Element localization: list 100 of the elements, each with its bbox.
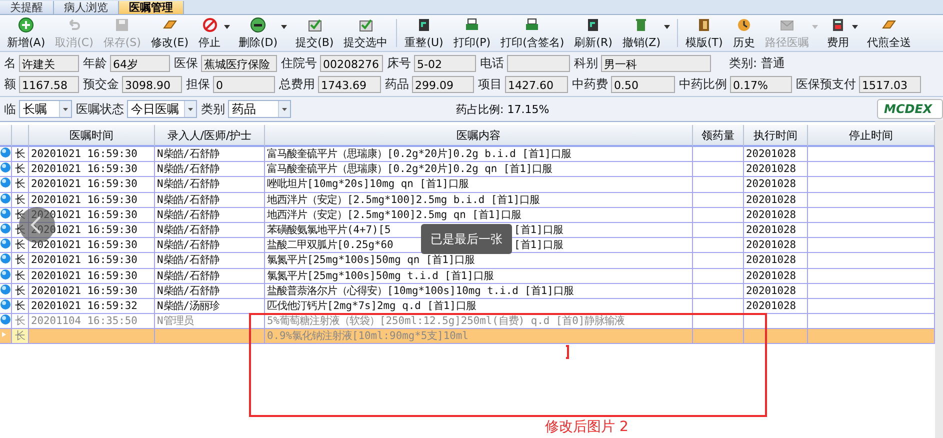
ball-icon [0,253,11,264]
table-cell: 20201021 16:59:30 [29,162,155,178]
caret-icon[interactable] [664,25,670,29]
toolbar-button[interactable]: 修改(E) [146,16,194,50]
field-label: 科别 [573,55,599,72]
toolbar-button[interactable]: 重整(U) [400,16,448,50]
table-cell: 20201021 16:59:30 [29,177,155,193]
table-cell [693,268,744,284]
table-cell: 长 [12,177,29,193]
tab[interactable]: 病人浏览 [54,1,119,14]
row-indicator[interactable] [0,253,12,268]
table-cell: 20201028 [744,222,808,238]
printer-icon [524,16,540,32]
table-cell: 长 [12,329,29,344]
table-cell: N柴皓/汤丽珍 [155,298,265,314]
table-cell: 长 [12,268,29,284]
toolbar-button[interactable]: 新增(A) [2,16,50,50]
toolbar-button[interactable]: 模版(T) [680,16,728,50]
toolbar-button[interactable]: 代煎全送 [862,16,916,50]
toolbar-button[interactable]: 历史 [728,16,760,50]
table-cell: 20201021 16:59:30 [29,253,155,268]
row-indicator[interactable] [0,238,12,254]
info-text: 类别: 普通 [728,55,785,72]
row-indicator[interactable] [0,314,12,330]
row-indicator[interactable] [0,284,12,299]
table-cell: N柴皓/石舒静 [155,192,265,208]
column-header: 医嘱时间 [29,125,155,147]
header-cell [12,125,29,147]
header-cell [0,125,12,147]
row-indicator[interactable] [0,208,12,223]
logo-button[interactable]: MCDEX [877,99,943,119]
table-cell: 20201028 [744,268,808,284]
dropdown-field[interactable]: 今日医嘱 [127,100,197,118]
table-cell: 0.9%氯化钠注射液[10ml:90mg*5支]10ml [265,329,693,344]
field-label: 项目 [477,76,503,93]
annotation-bracket [566,345,569,359]
table-cell: 长 [12,192,29,208]
field-label: 电话 [479,55,505,72]
caret-icon[interactable] [280,25,287,29]
scrollbar[interactable] [935,120,943,438]
info-field: 0.50 [611,76,675,93]
toolbar-button[interactable]: 停止 [194,16,226,50]
info-field [507,55,570,72]
row-indicator[interactable] [0,329,12,344]
table-cell: 20201104 16:35:50 [29,314,155,330]
toolbar-button[interactable]: 刷新(R) [569,16,618,50]
ball-icon [0,147,11,158]
info-field: 64岁 [110,55,170,72]
info-field: 5-02 [414,55,476,72]
table-cell: N柴皓/石舒静 [155,238,265,254]
table-cell: 20201028 [744,298,808,314]
printer-icon [464,16,480,32]
table-cell: 5%葡萄糖注射液（软袋）[250ml:12.5g]250ml(自费) q.d [首0]静脉输液 [265,314,693,330]
row-indicator[interactable] [0,268,12,284]
table-cell: 20201028 [744,177,808,193]
tab[interactable]: 关提醒 [0,1,54,14]
toolbar-button[interactable]: 打印(P) [448,16,496,50]
save-icon [114,16,130,32]
table-cell: 20201028 [744,192,808,208]
info-field: 蕉城医疗保险 [201,55,277,72]
table-cell: 唑吡坦片[10mg*20s]10mg qn [首1]口服 [265,177,693,193]
ball-icon [0,238,11,250]
toolbar-button[interactable]: 打印(含签名) [496,16,570,50]
toolbar-button[interactable]: 费用 [822,16,854,50]
dropdown-field[interactable]: 长嘱 [19,100,72,118]
row-indicator[interactable] [0,162,12,178]
table-cell: N柴皓/石舒静 [155,147,265,162]
table-cell: 长 [12,162,29,178]
table-cell [693,162,744,178]
drug-ratio: 药占比例: 17.15% [456,102,550,116]
field-label: 额 [3,76,17,93]
field-label: 名 [3,55,17,72]
table-cell [744,314,808,330]
table-cell: 20201028 [744,162,808,178]
toolbar-button[interactable]: 提交(B) [290,16,339,50]
caret-icon[interactable] [852,25,858,29]
remove-icon [250,16,266,32]
tab[interactable]: 医嘱管理 [119,1,184,14]
row-indicator[interactable] [0,147,12,162]
ball-icon [0,284,11,295]
table-cell [693,329,744,344]
field-label: 医嘱状态 [75,100,125,118]
table-cell [693,314,744,330]
toolbar-button[interactable]: 删除(D) [234,16,283,50]
field-label: 中药比例 [678,76,728,93]
row-indicator[interactable] [0,177,12,193]
table-cell: 长 [12,314,29,330]
caret-icon[interactable] [224,25,230,29]
column-header: 录入人/医师/护士 [155,125,265,147]
table-cell: 长 [12,298,29,314]
toolbar-button[interactable]: 提交选中 [338,16,393,50]
dropdown-field[interactable]: 药品 [228,100,291,118]
field-label: 预交金 [82,76,120,93]
toolbar-button[interactable]: 撤销(Z) [617,16,666,50]
history-icon [736,16,752,32]
field-label: 医保预支付 [795,76,857,93]
row-indicator[interactable] [0,298,12,314]
row-indicator[interactable] [0,192,12,208]
row-indicator[interactable] [0,222,12,238]
column-header: 停止时间 [808,125,935,147]
